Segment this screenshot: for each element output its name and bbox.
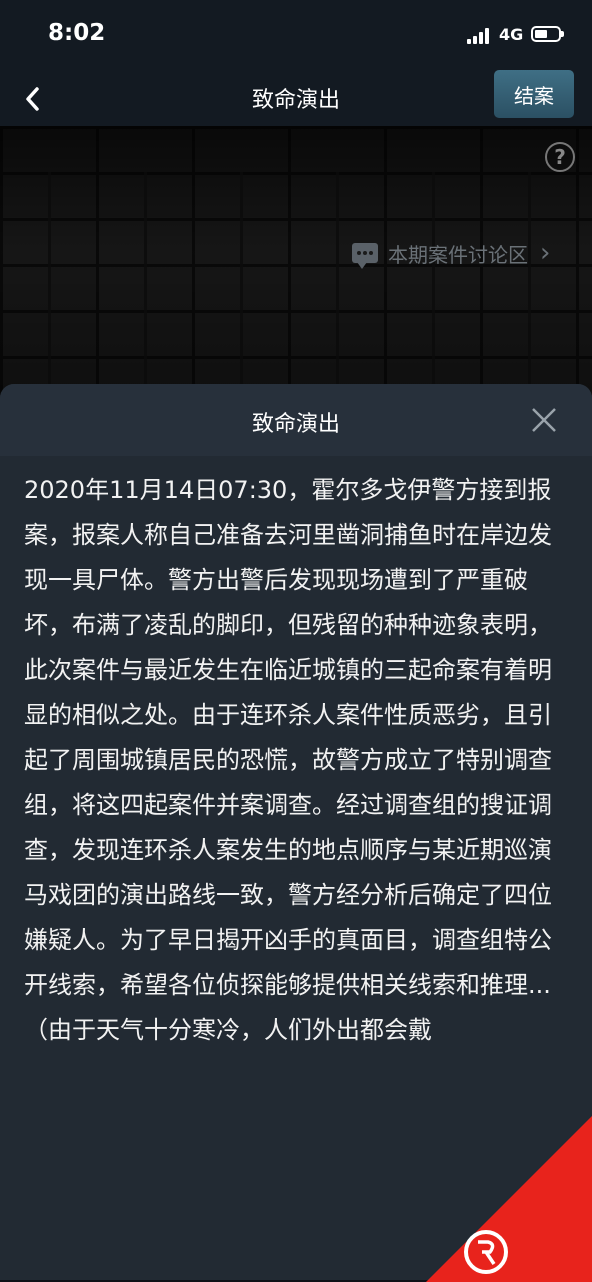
forum-label: 本期案件讨论区: [388, 242, 528, 267]
close-icon[interactable]: [528, 404, 560, 436]
case-forum-link[interactable]: 本期案件讨论区 ›: [352, 236, 550, 270]
status-time: 8:02: [48, 20, 106, 46]
case-body-continued: （由于天气十分寒冷，人们外出都会戴: [24, 1016, 432, 1044]
chat-bubble-icon: [352, 243, 378, 269]
sheet-header: 致命演出: [0, 384, 592, 456]
cellular-signal-icon: [467, 28, 493, 44]
network-type: 4G: [499, 25, 524, 44]
help-icon[interactable]: ?: [545, 142, 575, 172]
banner-brick-pattern: [0, 172, 592, 406]
sheet-title: 致命演出: [251, 412, 340, 437]
rsdown-watermark-logo: [426, 1116, 592, 1282]
case-body: 2020年11月14日07:30，霍尔多戈伊警方接到报案，报案人称自己准备去河里…: [24, 468, 572, 1053]
nav-bar: 致命演出 结案: [0, 70, 592, 126]
status-bar: 8:02 4G: [0, 0, 592, 70]
chevron-right-icon: ›: [540, 238, 551, 268]
x-icon: [532, 408, 556, 432]
case-body-text: 2020年11月14日07:30，霍尔多戈伊警方接到报案，报案人称自己准备去河里…: [24, 476, 552, 999]
close-case-button[interactable]: 结案: [494, 70, 574, 118]
battery-icon: [531, 26, 564, 42]
